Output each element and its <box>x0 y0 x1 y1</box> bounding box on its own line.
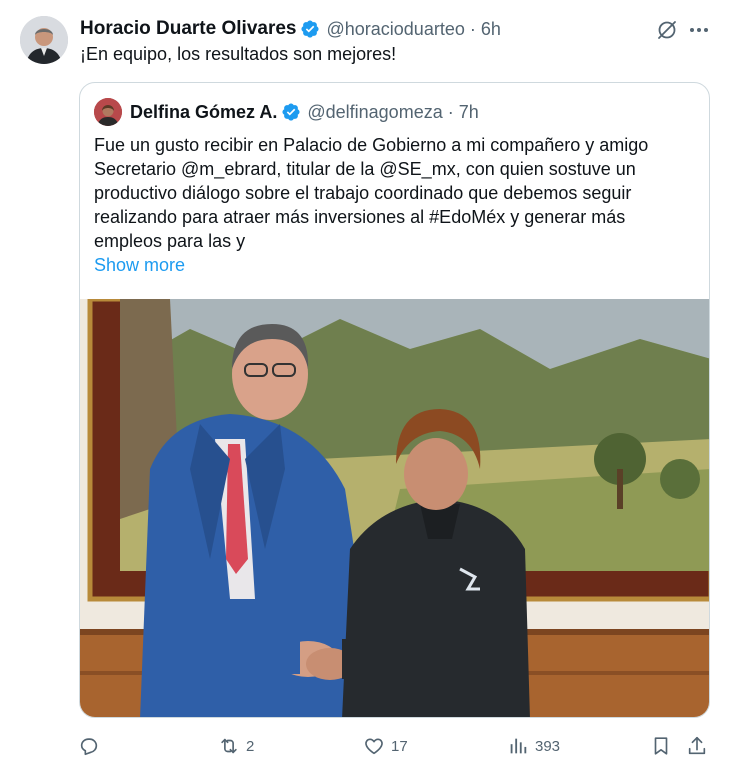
grok-icon[interactable] <box>655 18 679 42</box>
quoted-author-name[interactable]: Delfina Gómez A. <box>130 102 277 123</box>
quoted-author-avatar[interactable] <box>94 98 122 126</box>
quoted-text: Fue un gusto recibir en Palacio de Gobie… <box>94 133 694 253</box>
bookmark-button[interactable] <box>650 730 672 762</box>
like-button[interactable]: 17 <box>363 730 408 762</box>
verified-badge-icon <box>281 102 301 122</box>
tweet-text: ¡En equipo, los resultados son mejores! <box>80 44 397 64</box>
quoted-text-line: empleos para las y <box>94 231 246 251</box>
quoted-photo[interactable] <box>80 299 709 717</box>
quoted-timestamp[interactable]: 7h <box>459 102 479 123</box>
views-button[interactable]: 393 <box>507 730 560 762</box>
reply-icon <box>78 735 100 757</box>
repost-count: 2 <box>246 737 255 755</box>
author-name[interactable]: Horacio Duarte Olivares <box>80 18 296 40</box>
author-avatar[interactable] <box>20 16 68 64</box>
quoted-text-line: productivo diálogo sobre el trabajo coor… <box>94 183 632 203</box>
tweet[interactable]: Horacio Duarte Olivares @horacioduarteo … <box>0 0 731 772</box>
quoted-tweet[interactable]: Delfina Gómez A. @delfinagomeza · 7h Fue… <box>79 82 710 718</box>
action-bar: 2 17 393 <box>78 730 718 762</box>
show-more-link[interactable]: Show more <box>94 255 185 276</box>
verified-badge-icon <box>300 19 320 39</box>
quoted-author-handle[interactable]: @delfinagomeza <box>307 102 442 123</box>
repost-icon <box>218 735 240 757</box>
reply-button[interactable] <box>78 730 106 762</box>
repost-button[interactable]: 2 <box>218 730 254 762</box>
bookmark-icon <box>650 735 672 757</box>
quoted-text-line: Fue un gusto recibir en Palacio de Gobie… <box>94 135 649 155</box>
views-count: 393 <box>535 737 561 755</box>
separator: · <box>447 101 454 122</box>
quoted-header: Delfina Gómez A. @delfinagomeza · 7h <box>94 97 479 127</box>
separator: · <box>469 18 476 39</box>
quoted-text-line: realizando para atraer más inversiones a… <box>94 207 626 227</box>
like-count: 17 <box>391 737 408 755</box>
share-button[interactable] <box>686 730 708 762</box>
views-icon <box>507 735 529 757</box>
share-icon <box>686 735 708 757</box>
tweet-header: Horacio Duarte Olivares @horacioduarteo … <box>80 16 711 42</box>
like-icon <box>363 735 385 757</box>
more-icon[interactable] <box>687 18 711 42</box>
timestamp[interactable]: 6h <box>481 19 501 40</box>
author-handle[interactable]: @horacioduarteo <box>326 19 464 40</box>
quoted-text-line: Secretario @m_ebrard, titular de la @SE_… <box>94 159 636 179</box>
